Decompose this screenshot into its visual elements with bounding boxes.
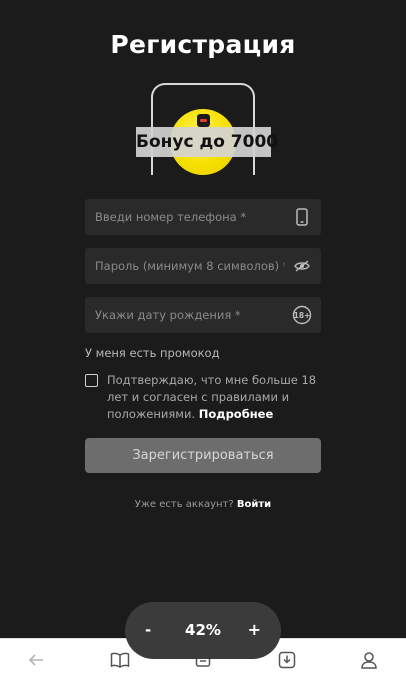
consent-more-link[interactable]: Подробнее xyxy=(199,407,274,421)
login-link[interactable]: Войти xyxy=(237,499,271,510)
eye-off-icon[interactable] xyxy=(292,256,312,276)
consent-checkbox[interactable] xyxy=(85,374,98,387)
promo-code-link[interactable]: У меня есть промокод xyxy=(85,346,220,360)
book-icon[interactable] xyxy=(108,649,132,671)
phone-icon xyxy=(292,207,312,227)
page-title: Регистрация xyxy=(110,30,296,59)
password-field-container xyxy=(85,248,321,284)
consent-text: Подтверждаю, что мне больше 18 лет и сог… xyxy=(107,372,322,423)
app-logo-icon xyxy=(197,114,210,127)
back-arrow-icon[interactable] xyxy=(24,649,48,671)
password-input[interactable] xyxy=(85,248,285,284)
birthdate-input[interactable] xyxy=(85,297,285,333)
register-button[interactable]: Зарегистрироваться xyxy=(85,438,321,473)
promo-graphic: Бонус до 7000 xyxy=(136,83,278,175)
birthdate-field-container: 18+ xyxy=(85,297,321,333)
registration-screen: Регистрация Бонус до 7000 18+ У меня ест… xyxy=(0,0,406,638)
zoom-in-button[interactable]: + xyxy=(248,620,261,639)
download-icon[interactable] xyxy=(275,649,299,671)
svg-text:18+: 18+ xyxy=(294,311,311,320)
have-account-text: Уже есть аккаунт? xyxy=(134,499,234,510)
phone-field-container xyxy=(85,199,321,235)
login-prompt: Уже есть аккаунт? Войти xyxy=(0,499,406,510)
profile-icon[interactable] xyxy=(357,649,381,671)
bonus-banner: Бонус до 7000 xyxy=(136,127,278,157)
zoom-control: - 42% + xyxy=(125,602,281,659)
age-18-plus-icon: 18+ xyxy=(292,305,312,325)
phone-input[interactable] xyxy=(85,199,285,235)
